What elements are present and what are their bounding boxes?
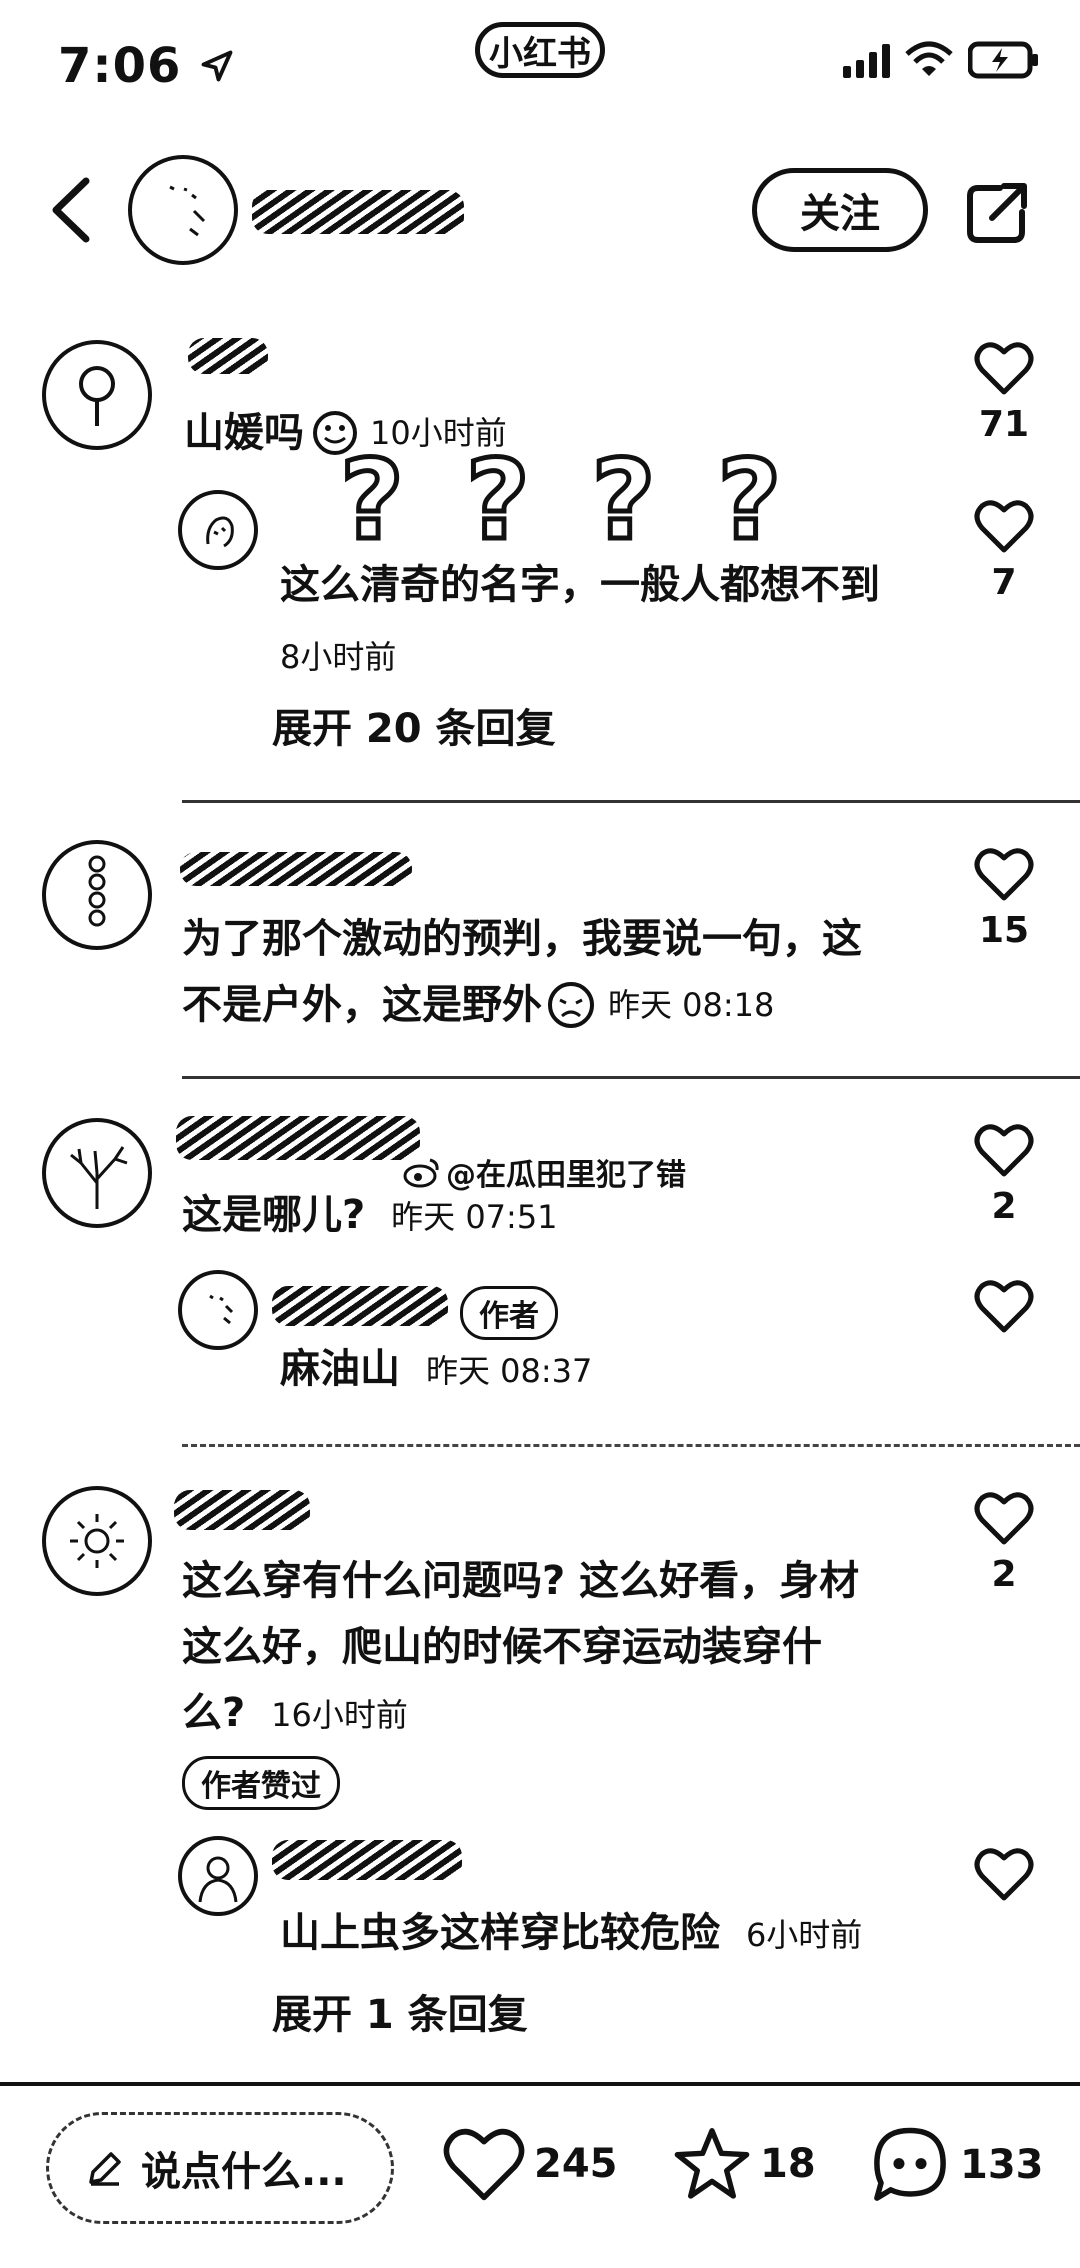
avatar-image <box>169 185 206 237</box>
commenter-avatar[interactable] <box>42 340 152 450</box>
reply-time: 昨天 08:37 <box>425 1352 593 1390</box>
reply-like-button[interactable] <box>964 1846 1044 1906</box>
reply-time: 8小时前 <box>280 638 397 676</box>
author-name-redacted <box>252 190 464 234</box>
signal-icon <box>843 42 890 78</box>
heart-icon <box>974 848 1034 901</box>
avatar-image <box>209 1294 234 1325</box>
comment-time: 昨天 07:51 <box>391 1198 558 1236</box>
post-like-count: 245 <box>534 2141 618 2187</box>
post-star-count: 18 <box>760 2141 816 2187</box>
bottom-divider <box>0 2082 1080 2086</box>
post-star-button[interactable]: 18 <box>672 2125 816 2203</box>
comment-bubble-icon <box>874 2127 946 2201</box>
comment-line: 么? 16小时前 <box>182 1690 408 1736</box>
commenter-avatar[interactable] <box>42 1486 152 1596</box>
reply-like-button[interactable] <box>964 1278 1044 1338</box>
commenter-name-redacted <box>174 1490 310 1530</box>
wifi-icon <box>905 41 953 76</box>
heart-icon <box>974 500 1034 553</box>
heart-icon <box>974 1492 1034 1545</box>
comment-input[interactable]: 说点什么... <box>46 2112 394 2224</box>
comment-text: 这么穿有什么问题吗? 这么好看，身材 这么好，爬山的时候不穿运动装穿什 么? 1… <box>182 1548 859 1748</box>
like-count: 2 <box>991 1554 1017 1595</box>
status-icons <box>843 40 1040 80</box>
comment-line: 不是户外，这是野外 昨天 08:18 <box>182 972 862 1038</box>
post-like-button[interactable]: 245 <box>442 2125 618 2203</box>
reply-name-redacted <box>272 1840 462 1880</box>
follow-button[interactable]: 关注 <box>752 168 928 252</box>
like-count: 15 <box>978 910 1030 951</box>
heart-icon <box>974 1848 1034 1901</box>
like-count: 2 <box>991 1186 1017 1227</box>
comment-like-button[interactable]: 2 <box>964 1122 1044 1227</box>
crying-emoji-icon <box>548 982 594 1028</box>
heart-icon <box>974 1124 1034 1177</box>
status-time: 7:06 <box>58 38 235 94</box>
question-mark-icon: ? <box>338 434 407 567</box>
face-sketch-icon <box>206 516 234 548</box>
divider <box>182 800 1080 803</box>
like-count: 71 <box>978 404 1030 445</box>
reply-avatar[interactable] <box>178 1836 258 1916</box>
battery-charging-icon <box>968 41 1038 79</box>
comment-text: 这是哪儿? 昨天 07:51 <box>182 1192 558 1238</box>
tree-icon <box>70 1146 128 1209</box>
heart-icon <box>443 2128 525 2201</box>
question-marks-sticker: ? ? ? ? <box>338 434 784 567</box>
comment-time: 昨天 08:18 <box>608 986 775 1024</box>
heart-icon <box>974 1280 1034 1333</box>
post-comment-count: 133 <box>960 2142 1044 2188</box>
comment-text: 为了那个激动的预判，我要说一句，这 不是户外，这是野外 昨天 08:18 <box>182 906 862 1038</box>
comment-like-button[interactable]: 71 <box>964 340 1044 445</box>
reply-text: 这么清奇的名字，一般人都想不到 <box>280 562 880 608</box>
portrait-sketch-icon <box>198 1856 238 1903</box>
divider <box>182 1444 1080 1447</box>
comment-line: 为了那个激动的预判，我要说一句，这 <box>182 916 862 962</box>
reply-text: 麻油山 昨天 08:37 <box>280 1346 593 1392</box>
author-badge: 作者 <box>460 1286 558 1340</box>
comment-like-button[interactable]: 2 <box>964 1490 1044 1595</box>
reply-time: 6小时前 <box>745 1916 863 1954</box>
author-liked-badge: 作者赞过 <box>182 1756 340 1810</box>
comment-like-button[interactable]: 15 <box>964 846 1044 951</box>
author-avatar[interactable] <box>128 155 238 265</box>
comment-input-placeholder: 说点什么... <box>141 2149 347 2195</box>
like-count: 7 <box>991 562 1017 603</box>
comment-line: 这么穿有什么问题吗? 这么好看，身材 <box>182 1558 860 1604</box>
bead-string-icon <box>88 855 106 927</box>
comment-line: 这么好，爬山的时候不穿运动装穿什 <box>182 1624 822 1670</box>
commenter-name-redacted <box>180 852 412 886</box>
expand-replies-link[interactable]: 展开 20 条回复 <box>272 696 556 754</box>
post-comment-button[interactable]: 133 <box>868 2125 1044 2205</box>
reply-name-redacted <box>272 1286 448 1326</box>
expand-replies-link[interactable]: 展开 1 条回复 <box>272 1982 528 2040</box>
divider <box>182 1076 1080 1079</box>
comment-time: 16小时前 <box>271 1696 408 1734</box>
reply-avatar[interactable] <box>178 1270 258 1350</box>
reply-avatar[interactable] <box>178 490 258 570</box>
reply-text: 山上虫多这样穿比较危险 6小时前 <box>280 1910 863 1956</box>
share-icon[interactable] <box>962 178 1032 248</box>
question-mark-icon: ? <box>715 434 784 567</box>
pencil-icon <box>89 2152 121 2186</box>
commenter-name-redacted <box>188 338 268 374</box>
commenter-name-redacted <box>176 1116 420 1160</box>
commenter-avatar[interactable] <box>42 840 152 950</box>
app-badge: 小红书 <box>475 22 605 78</box>
lollipop-icon <box>79 366 115 426</box>
heart-icon <box>974 342 1034 395</box>
back-chevron-icon[interactable] <box>44 175 104 245</box>
reply-like-button[interactable]: 7 <box>964 498 1044 603</box>
question-mark-icon: ? <box>463 434 532 567</box>
commenter-avatar[interactable] <box>42 1118 152 1228</box>
question-mark-icon: ? <box>589 434 658 567</box>
sun-icon <box>70 1514 124 1568</box>
location-arrow-icon <box>201 50 233 82</box>
star-icon <box>674 2128 750 2199</box>
